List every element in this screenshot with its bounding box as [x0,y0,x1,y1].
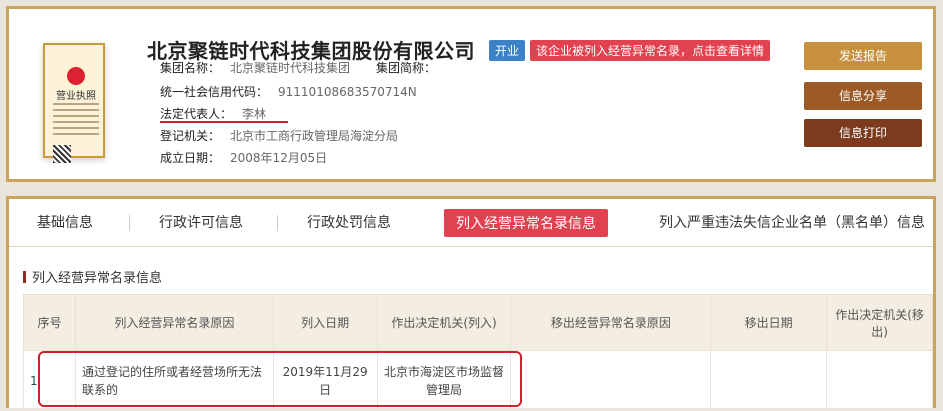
license-title: 营业执照 [56,91,96,102]
authority-value: 北京市工商行政管理局海淀分局 [230,129,399,143]
tab-admin-penalty[interactable]: 行政处罚信息 [307,212,391,232]
founded-label: 成立日期： [160,151,221,165]
info-tabs: 基础信息 行政许可信息 行政处罚信息 列入经营异常名录信息 列入严重违法失信企业… [9,199,933,247]
abnormal-list-table: 序号 列入经营异常名录原因 列入日期 作出决定机关(列入) 移出经营异常名录原因… [23,294,933,411]
credit-code-label: 统一社会信用代码： [160,85,269,99]
status-badge: 开业 [489,40,526,61]
tab-divider [129,215,130,231]
tab-abnormal-list[interactable]: 列入经营异常名录信息 [444,209,608,237]
legal-rep-row: 法定代表人： 李林 [160,105,266,122]
section-title-bar [23,271,26,283]
listing-reason-cell: 通过登记的住所或者经营场所无法联系的 [74,350,274,411]
tab-basic-info[interactable]: 基础信息 [37,212,93,232]
founded-value: 2008年12月05日 [230,151,328,165]
tab-admin-license[interactable]: 行政许可信息 [159,212,243,232]
license-text-lines [53,103,99,139]
section-title: 列入经营异常名录信息 [23,267,162,286]
removal-date-cell [710,350,828,411]
column-header: 移出经营异常名录原因 [510,294,712,351]
print-info-button[interactable]: 信息打印 [804,119,922,147]
page: 营业执照 北京聚链时代科技集团股份有限公司 开业 该企业被列入经营异常名录，点击… [0,0,943,411]
column-header: 列入经营异常名录原因 [74,294,274,351]
column-header: 作出决定机关(移出) [826,294,933,351]
tab-divider [277,215,278,231]
founded-row: 成立日期： 2008年12月05日 [160,149,327,166]
table-header-row: 序号 列入经营异常名录原因 列入日期 作出决定机关(列入) 移出经营异常名录原因… [23,294,933,351]
detail-content-card: 基础信息 行政许可信息 行政处罚信息 列入经营异常名录信息 列入严重违法失信企业… [6,196,936,411]
send-report-button[interactable]: 发送报告 [804,42,922,70]
authority-row: 登记机关： 北京市工商行政管理局海淀分局 [160,127,398,144]
removal-authority-cell [826,350,933,411]
credit-code-value: 91110108683570714N [278,85,417,99]
section-title-text: 列入经营异常名录信息 [32,271,163,286]
column-header: 作出决定机关(列入) [376,294,512,351]
business-license-image[interactable]: 营业执照 [43,23,105,163]
company-header-card: 营业执照 北京聚链时代科技集团股份有限公司 开业 该企业被列入经营异常名录，点击… [6,6,936,182]
authority-label: 登记机关： [160,129,221,143]
group-name-label: 集团名称： [160,61,221,75]
license-frame: 营业执照 [43,43,105,163]
abnormal-list-warning-link[interactable]: 该企业被列入经营异常名录，点击查看详情 [530,40,771,61]
group-short-label: 集团简称： [376,61,437,75]
legal-rep-value: 李林 [242,107,267,121]
national-emblem-icon [67,67,85,85]
listing-authority-cell: 北京市海淀区市场监督管理局 [376,350,512,411]
legal-rep-highlight-underline [160,121,288,123]
credit-code-row: 统一社会信用代码： 91110108683570714N [160,83,417,100]
column-header: 列入日期 [272,294,378,351]
removal-reason-cell [510,350,712,411]
table-row: 1 通过登记的住所或者经营场所无法联系的 2019年11月29日 北京市海淀区市… [23,350,933,411]
group-name-row: 集团名称： 北京聚链时代科技集团 集团简称： [160,59,436,76]
column-header: 序号 [23,294,76,351]
share-info-button[interactable]: 信息分享 [804,82,922,110]
column-header: 移出日期 [710,294,828,351]
group-name-value: 北京聚链时代科技集团 [230,61,351,75]
qr-code-icon [53,145,71,163]
legal-rep-label: 法定代表人： [160,107,233,121]
listing-date-cell: 2019年11月29日 [272,350,378,411]
row-index-cell: 1 [23,350,76,411]
tab-blacklist[interactable]: 列入严重违法失信企业名单（黑名单）信息 [659,212,925,232]
